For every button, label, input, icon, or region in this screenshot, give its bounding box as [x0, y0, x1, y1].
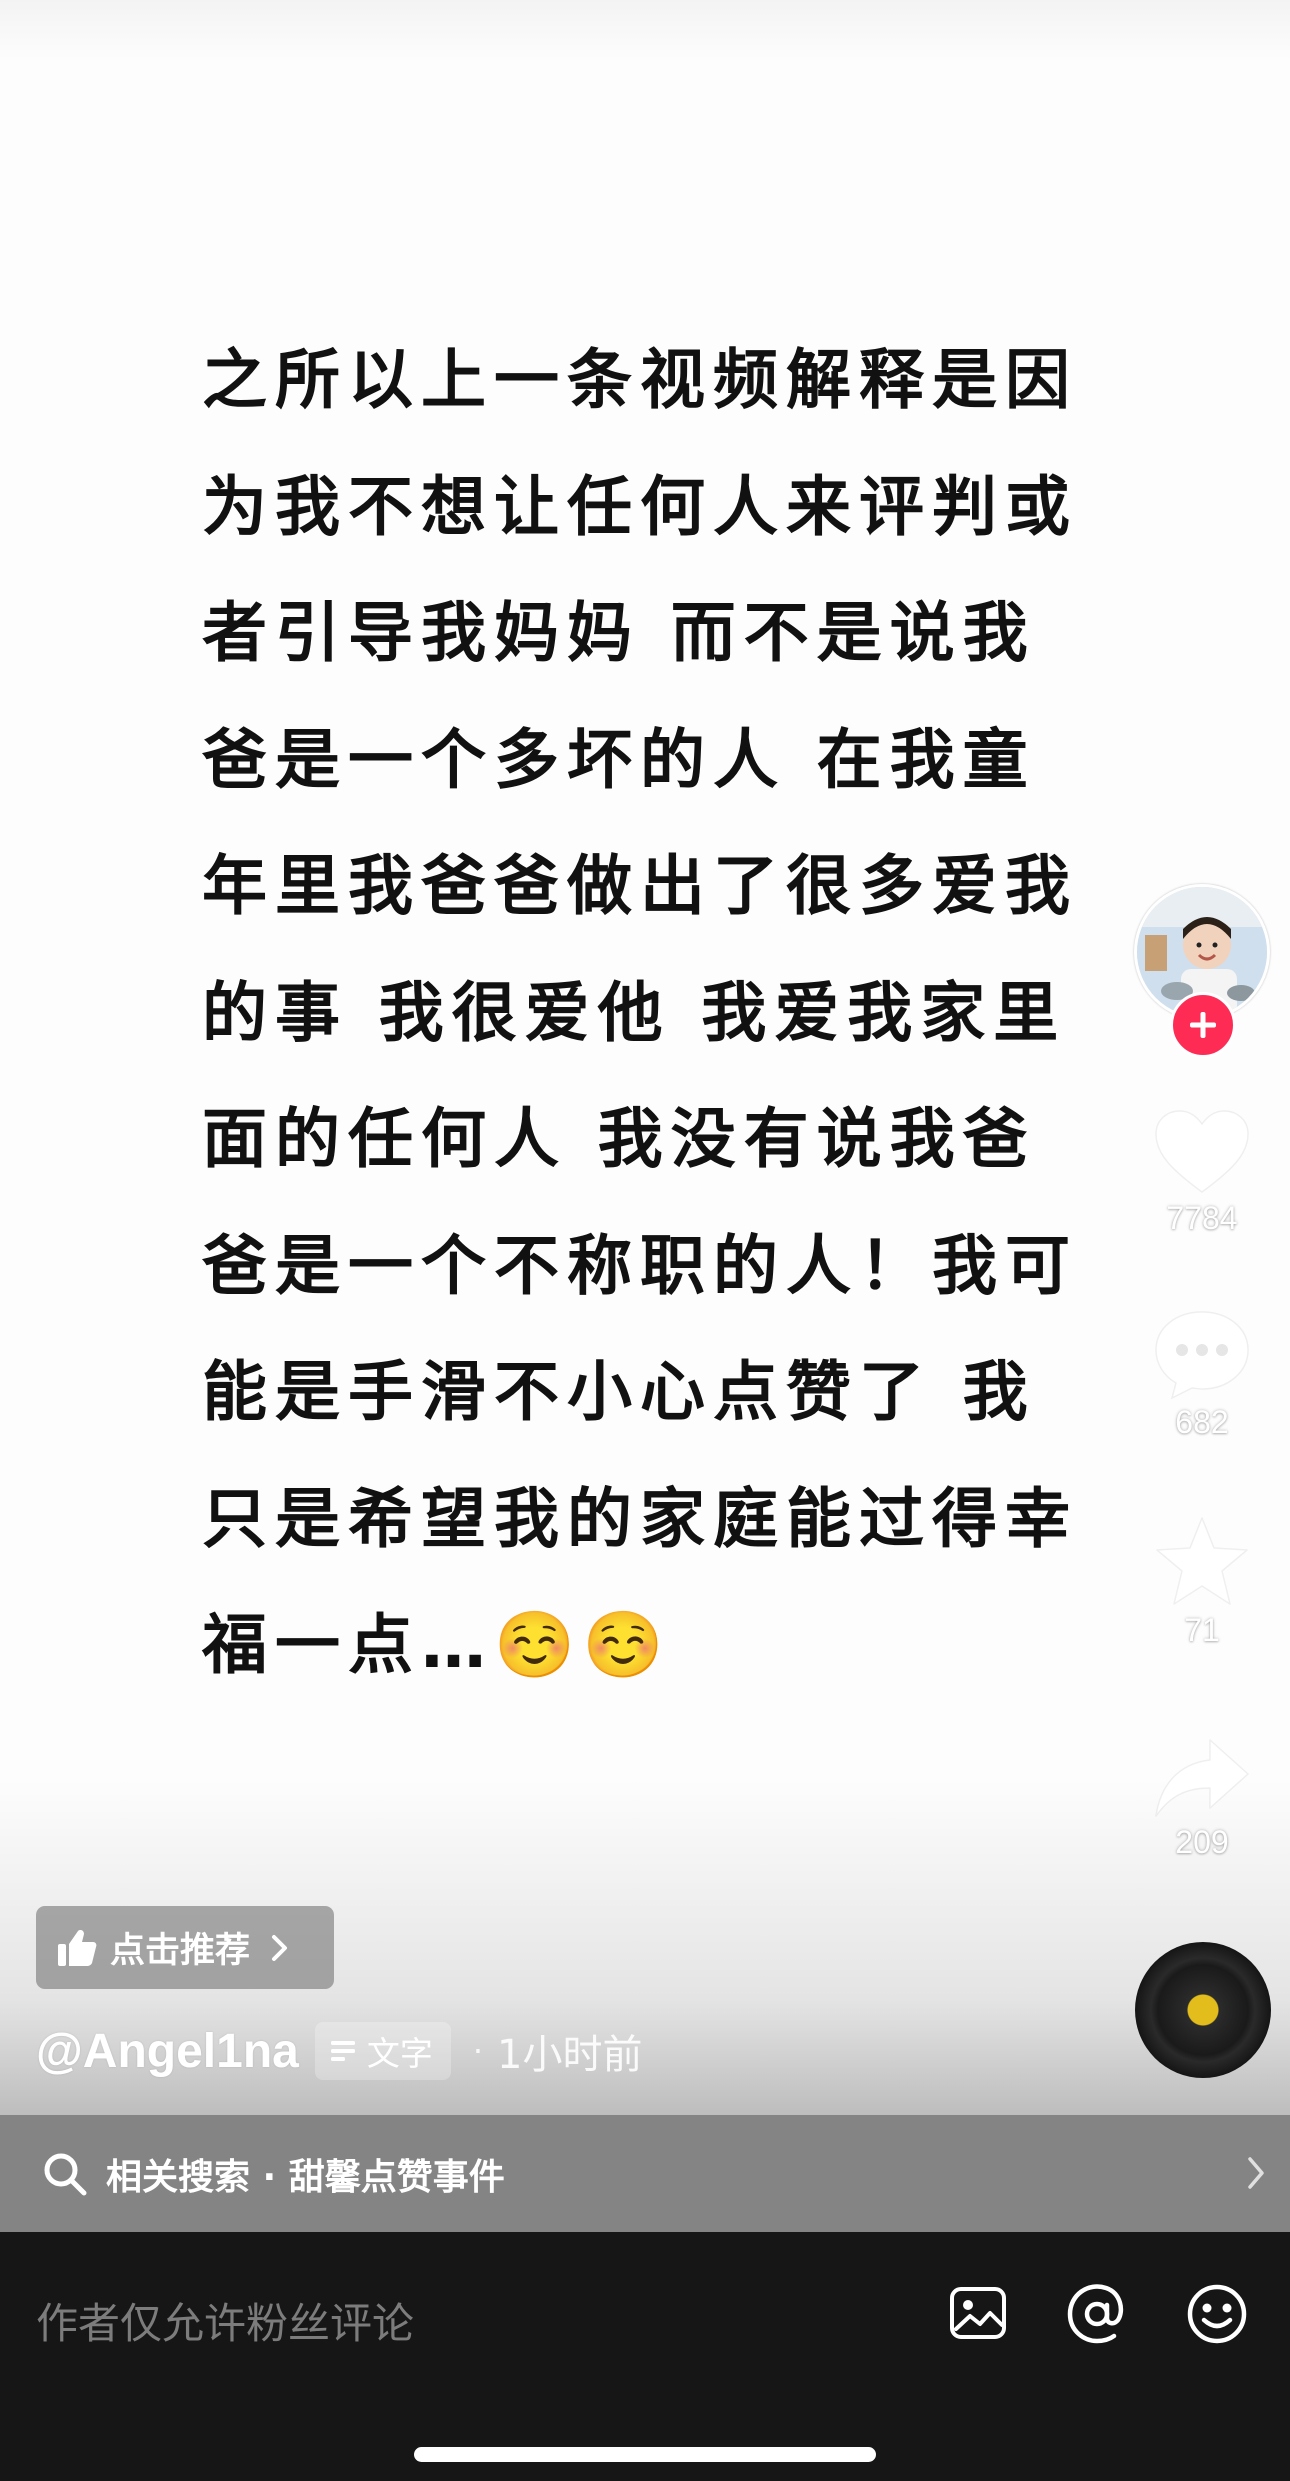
heart-icon — [1155, 1110, 1249, 1193]
share-arrow-icon — [1155, 1739, 1249, 1817]
at-icon[interactable] — [1066, 2283, 1128, 2345]
author-handle[interactable]: @Angel1na — [36, 2024, 299, 2079]
home-indicator[interactable] — [414, 2447, 876, 2462]
chevron-right-icon — [272, 1934, 288, 1961]
favorite-count: 71 — [1184, 1612, 1220, 1648]
plus-icon — [1190, 1012, 1216, 1038]
separator-dot: · — [472, 2032, 484, 2070]
like-count: 7784 — [1166, 1200, 1238, 1236]
search-icon — [44, 2153, 87, 2195]
share-button[interactable]: 209 — [1145, 1736, 1259, 1861]
comment-count: 682 — [1175, 1404, 1229, 1440]
comment-input[interactable]: 作者仅允许粉丝评论 — [36, 2290, 414, 2351]
comment-bubble-icon — [1155, 1311, 1249, 1400]
post-text: 之所以上一条视频解释是因为我不想让任何人来评判或者引导我妈妈 而不是说我爸是一个… — [202, 343, 1079, 1683]
video-screen[interactable]: 之所以上一条视频解释是因为我不想让任何人来评判或者引导我妈妈 而不是说我爸是一个… — [0, 0, 1290, 2481]
related-search-bar[interactable]: 相关搜索 · 甜馨点赞事件 — [0, 2115, 1290, 2232]
follow-button[interactable] — [1170, 992, 1236, 1058]
recommend-label: 点击推荐 — [110, 1931, 251, 1971]
thumbs-up-icon — [58, 1929, 97, 1966]
comment-bar: 作者仅允许粉丝评论 — [0, 2232, 1290, 2481]
comment-button[interactable]: 682 — [1145, 1308, 1259, 1441]
text-post-tag: 文字 — [314, 2022, 451, 2080]
favorite-button[interactable]: 71 — [1145, 1514, 1259, 1649]
related-search-text: 相关搜索 · 甜馨点赞事件 — [106, 2156, 505, 2198]
author-row: @Angel1na 文字 · 1小时前 — [36, 2020, 642, 2082]
recommend-chip[interactable]: 点击推荐 — [36, 1906, 334, 1989]
post-time: 1小时前 — [497, 2032, 643, 2078]
text-lines-icon — [330, 2041, 355, 2061]
chevron-right-icon — [1248, 2157, 1264, 2189]
share-count: 209 — [1175, 1824, 1229, 1860]
star-icon — [1156, 1517, 1248, 1605]
like-button[interactable]: 7784 — [1145, 1108, 1259, 1237]
emoji-icon[interactable] — [1186, 2283, 1248, 2345]
text-tag-label: 文字 — [366, 2034, 433, 2073]
music-disc-icon[interactable] — [1135, 1942, 1271, 2078]
image-icon[interactable] — [948, 2283, 1008, 2343]
